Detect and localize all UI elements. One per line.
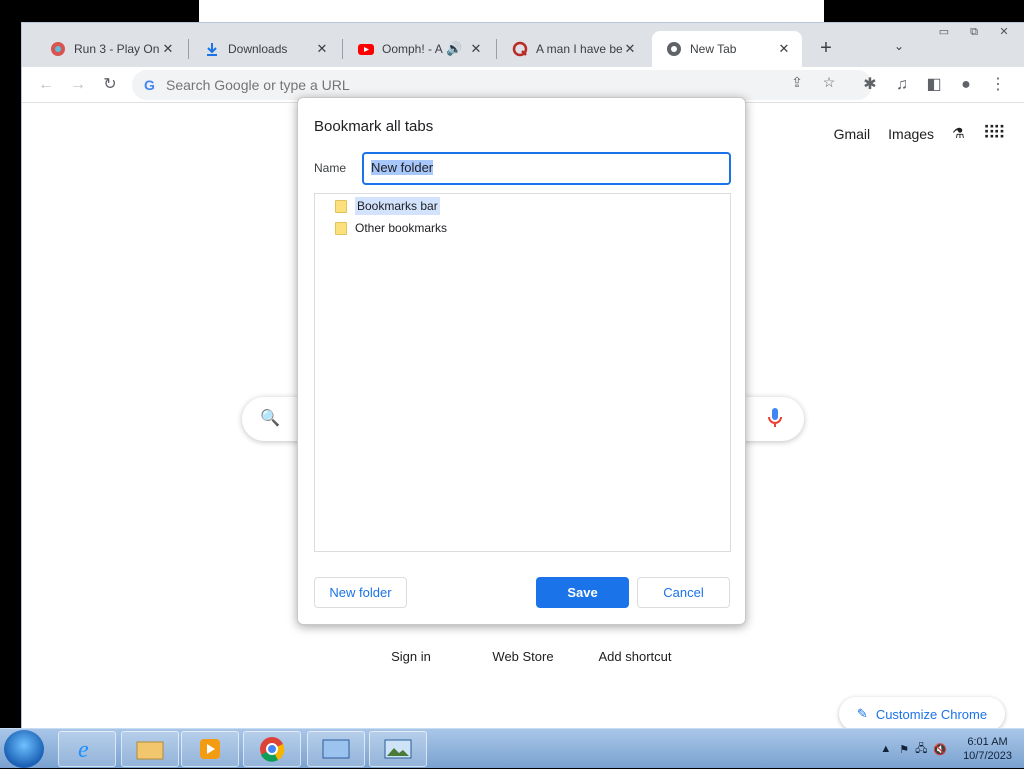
top-background [199, 0, 824, 22]
tab-youtube[interactable]: Oomph! - A 🔊 ✕ [344, 31, 494, 67]
minimize-button[interactable]: ▭ [929, 23, 959, 41]
menu-kebab-icon[interactable]: ⋮ [986, 73, 1010, 97]
show-hidden-icons-chevron-icon[interactable]: ▲ [880, 743, 891, 755]
clock-date: 10/7/2023 [963, 750, 1012, 762]
media-player-icon[interactable] [181, 731, 239, 767]
tab-title: Oomph! - A [382, 42, 443, 56]
tab-separator [496, 39, 497, 59]
profile-avatar-icon[interactable]: ● [954, 73, 978, 97]
network-icon[interactable]: 🖧 [915, 740, 927, 759]
shortcut-web-store[interactable]: Web Store [468, 649, 578, 664]
customize-chrome-button[interactable]: ✎ Customize Chrome [839, 697, 1005, 731]
folder-tree: Bookmarks bar Other bookmarks [314, 193, 731, 552]
tab-strip: Run 3 - Play Onli ✕ Downloads ✕ Oomph! -… [22, 23, 1024, 67]
gmail-link[interactable]: Gmail [834, 126, 871, 142]
system-tray: ▲ ⚑ 🖧 🔇 6:01 AM 10/7/2023 [880, 729, 1024, 769]
customize-label: Customize Chrome [875, 706, 988, 722]
reload-icon[interactable]: ↻ [98, 73, 122, 97]
folder-icon [335, 199, 347, 213]
new-folder-button[interactable]: New folder [314, 577, 407, 608]
close-icon[interactable]: ✕ [622, 41, 638, 57]
internet-explorer-icon[interactable]: e [58, 731, 116, 767]
close-window-button[interactable]: ✕ [989, 23, 1019, 41]
tab-separator [342, 39, 343, 59]
google-g-icon: G [144, 77, 155, 93]
forward-arrow-icon[interactable]: → [66, 73, 90, 97]
close-icon[interactable]: ✕ [468, 41, 484, 57]
run3-icon [50, 41, 66, 57]
new-tab-button[interactable]: + [814, 37, 838, 61]
shortcut-sign-in[interactable]: Sign in [356, 649, 466, 664]
bookmark-all-tabs-dialog: Bookmark all tabs Name New folder Bookma… [297, 97, 746, 625]
chrome-icon [666, 41, 682, 57]
action-center-flag-icon[interactable]: ⚑ [899, 743, 909, 756]
omnibox[interactable]: G ⇪ ☆ [132, 70, 872, 100]
window-controls: ▭ ⧉ ✕ [929, 23, 1019, 41]
name-input[interactable]: New folder [362, 152, 731, 185]
tab-search-chevron-icon[interactable]: ⌄ [894, 39, 904, 53]
quora-icon [512, 41, 528, 57]
google-header-links: Gmail Images ⚗ ⠿⠿ [834, 123, 1006, 144]
close-icon[interactable]: ✕ [314, 41, 330, 57]
shortcut-add[interactable]: Add shortcut [580, 649, 690, 664]
volume-muted-icon[interactable]: 🔇 [933, 743, 947, 756]
tree-item-label: Bookmarks bar [355, 197, 440, 215]
cancel-button[interactable]: Cancel [637, 577, 730, 608]
media-control-icon[interactable]: ♫ [890, 73, 914, 97]
photo-viewer-icon[interactable] [369, 731, 427, 767]
tab-new-tab[interactable]: New Tab ✕ [652, 31, 802, 67]
chrome-taskbar-icon[interactable] [243, 731, 301, 767]
microphone-icon[interactable] [768, 407, 782, 429]
clock[interactable]: 6:01 AM 10/7/2023 [951, 735, 1024, 763]
file-explorer-icon[interactable] [121, 731, 179, 767]
tab-quora[interactable]: A man I have bee ✕ [498, 31, 648, 67]
images-link[interactable]: Images [888, 126, 934, 142]
tab-downloads[interactable]: Downloads ✕ [190, 31, 340, 67]
tree-item-bookmarks-bar[interactable]: Bookmarks bar [335, 196, 440, 216]
windows-taskbar: e ▲ ⚑ 🖧 🔇 6:01 AM 10/7/2023 [0, 728, 1024, 768]
save-button[interactable]: Save [536, 577, 629, 608]
tab-title: New Tab [690, 42, 737, 56]
side-panel-icon[interactable]: ◧ [922, 73, 946, 97]
tab-separator [188, 39, 189, 59]
maximize-button[interactable]: ⧉ [959, 23, 989, 41]
labs-flask-icon[interactable]: ⚗ [952, 125, 965, 142]
tree-item-label: Other bookmarks [355, 221, 448, 235]
search-icon: 🔍 [260, 410, 280, 427]
speaker-icon[interactable]: 🔊 [446, 41, 462, 57]
svg-text:e: e [78, 737, 89, 762]
address-input[interactable] [166, 75, 766, 95]
tab-title: A man I have bee [536, 42, 622, 56]
download-icon [204, 41, 220, 57]
tab-title: Downloads [228, 42, 288, 56]
clock-time: 6:01 AM [967, 736, 1008, 748]
close-icon[interactable]: ✕ [160, 41, 176, 57]
bookmark-star-icon[interactable]: ☆ [818, 74, 840, 91]
control-panel-icon[interactable] [307, 731, 365, 767]
dialog-title: Bookmark all tabs [314, 118, 434, 135]
close-icon[interactable]: ✕ [776, 41, 792, 57]
name-label: Name [314, 161, 347, 175]
apps-grid-icon[interactable]: ⠿⠿ [983, 123, 1006, 144]
youtube-icon [358, 41, 374, 57]
back-arrow-icon[interactable]: ← [34, 73, 58, 97]
start-button[interactable] [4, 730, 44, 768]
tab-run3[interactable]: Run 3 - Play Onli ✕ [36, 31, 186, 67]
share-icon[interactable]: ⇪ [786, 74, 808, 91]
pencil-icon: ✎ [856, 706, 868, 721]
name-value: New folder [371, 160, 434, 175]
tree-item-other-bookmarks[interactable]: Other bookmarks [335, 218, 447, 238]
folder-icon [335, 221, 347, 235]
extensions-icon[interactable]: ✱ [858, 73, 882, 97]
tab-title: Run 3 - Play Onli [74, 42, 160, 56]
